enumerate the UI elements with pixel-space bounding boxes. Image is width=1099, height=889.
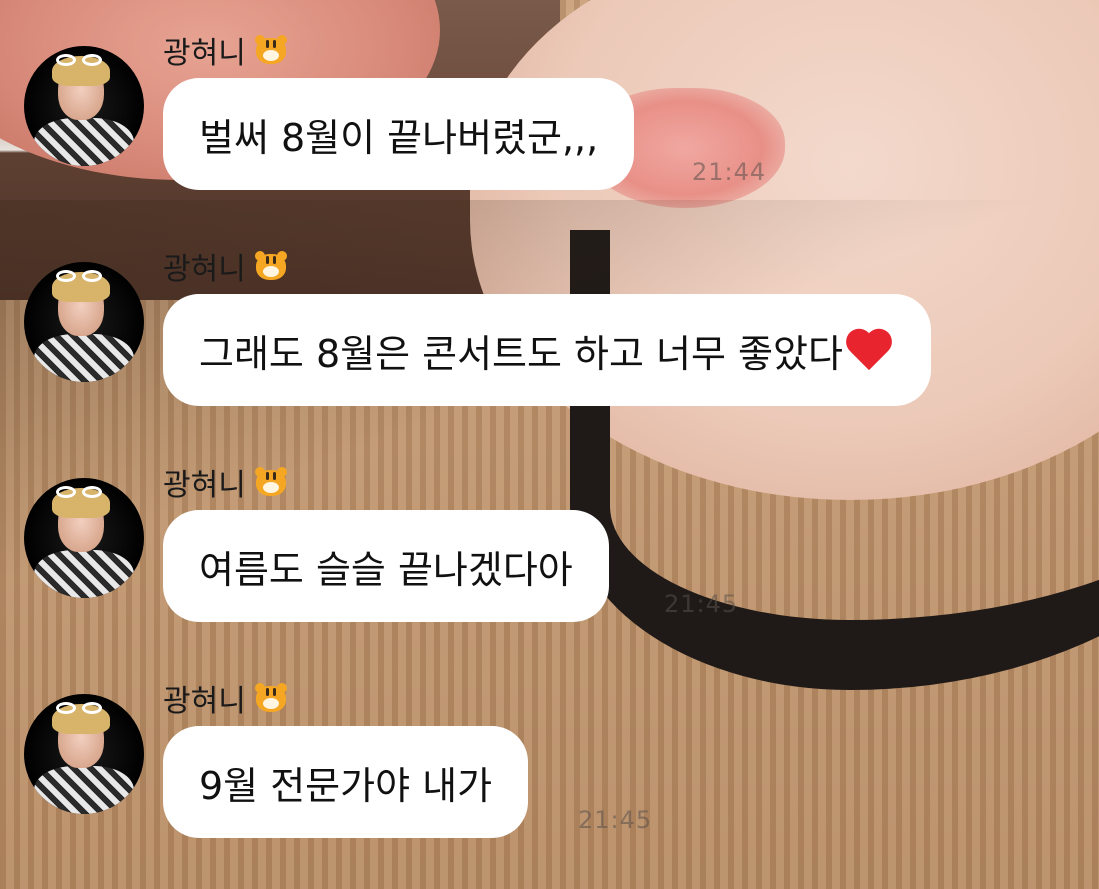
red-heart-icon	[847, 328, 895, 372]
avatar[interactable]	[24, 46, 144, 166]
message-bubble[interactable]: 여름도 슬슬 끝나겠다아	[163, 510, 609, 622]
message-text: 벌써 8월이 끝나버렸군,,,	[199, 115, 599, 160]
tiger-face-icon	[254, 35, 288, 65]
message-time: 21:45	[664, 590, 739, 618]
message-text: 여름도 슬슬 끝나겠다아	[199, 547, 573, 592]
message-bubble[interactable]: 벌써 8월이 끝나버렸군,,,	[163, 78, 635, 190]
chat-message: 광혀니 여름도 슬슬 끝나겠다아 21:45	[24, 464, 1099, 664]
message-bubble[interactable]: 그래도 8월은 콘서트도 하고 너무 좋았다	[163, 294, 931, 406]
sender-name-label: 광혀니	[163, 252, 246, 287]
sender-name-label: 광혀니	[163, 36, 246, 71]
tiger-face-icon	[254, 683, 288, 713]
message-time: 21:45	[578, 806, 653, 834]
message-text: 9월 전문가야 내가	[199, 763, 493, 808]
message-time: 21:44	[692, 158, 767, 186]
sender-name: 광혀니	[163, 464, 288, 503]
sender-name-label: 광혀니	[163, 684, 246, 719]
avatar[interactable]	[24, 694, 144, 814]
chat-message: 광혀니 9월 전문가야 내가 21:45	[24, 680, 1099, 880]
message-text: 그래도 8월은 콘서트도 하고 너무 좋았다	[199, 331, 843, 376]
sender-name: 광혀니	[163, 248, 288, 287]
chat-message: 광혀니 벌써 8월이 끝나버렸군,,, 21:44	[24, 32, 1099, 232]
sender-name: 광혀니	[163, 680, 288, 719]
message-bubble[interactable]: 9월 전문가야 내가	[163, 726, 529, 838]
avatar[interactable]	[24, 478, 144, 598]
chat-message: 광혀니 그래도 8월은 콘서트도 하고 너무 좋았다	[24, 248, 1099, 448]
tiger-face-icon	[254, 251, 288, 281]
sender-name-label: 광혀니	[163, 468, 246, 503]
sender-name: 광혀니	[163, 32, 288, 71]
tiger-face-icon	[254, 467, 288, 497]
chat-log: 광혀니 벌써 8월이 끝나버렸군,,, 21:44 광혀니 그래도 8월은 콘서…	[0, 0, 1099, 889]
avatar[interactable]	[24, 262, 144, 382]
